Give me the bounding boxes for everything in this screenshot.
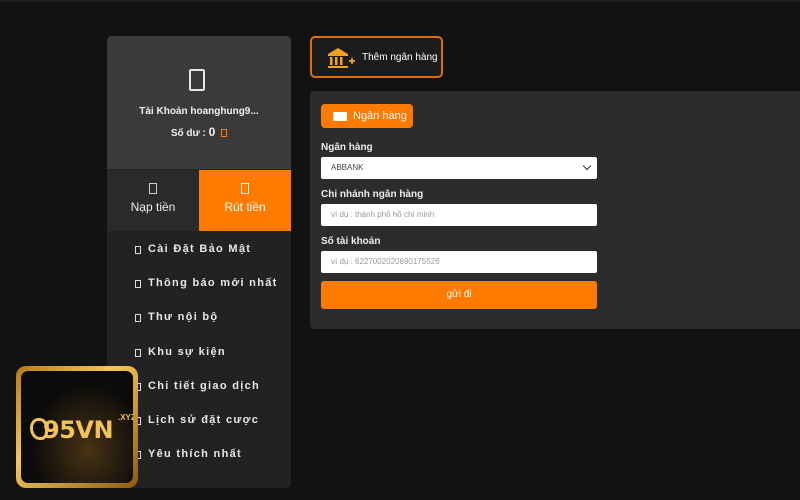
withdraw-icon	[241, 183, 249, 194]
deposit-icon	[149, 183, 157, 194]
balance-label: Số dư :	[170, 128, 206, 139]
account-number-label: Số tài khoản	[321, 236, 381, 247]
menu-item-events[interactable]: Khu sự kiện	[107, 335, 291, 369]
card-icon	[333, 112, 347, 121]
logo-suffix: .XYZ	[118, 413, 133, 422]
branch-field-label: Chi nhánh ngân hàng	[321, 189, 424, 200]
tab-bank-label: Ngân hàng	[353, 110, 407, 122]
menu-icon	[135, 246, 141, 254]
refresh-icon[interactable]	[221, 129, 228, 138]
bank-select[interactable]: ABBANK	[321, 157, 597, 179]
submit-button[interactable]: gửi đi	[321, 281, 597, 309]
menu-item-notifications[interactable]: Thông báo mới nhất	[107, 266, 291, 300]
menu-item-inbox[interactable]: Thư nội bộ	[107, 300, 291, 334]
add-bank-button[interactable]: Thêm ngân hàng	[310, 36, 443, 78]
bank-select-value: ABBANK	[331, 163, 364, 172]
logo-text: 95VN	[43, 416, 114, 444]
account-name: Tài Khoản hoanghung9...	[139, 106, 259, 117]
balance-value: 0	[208, 125, 216, 139]
add-bank-label: Thêm ngân hàng	[362, 52, 438, 63]
account-summary: Tài Khoản hoanghung9... Số dư : 0	[107, 36, 291, 169]
branch-input[interactable]: ví dụ : thành phố hồ chí minh	[321, 204, 597, 226]
menu-icon	[135, 280, 141, 289]
withdraw-form-panel: Ngân hàng Ngân hàng ABBANK Chi nhánh ngâ…	[310, 91, 800, 329]
tab-deposit-label: Nạp tiền	[130, 200, 176, 214]
tab-deposit[interactable]: Nạp tiền	[107, 170, 199, 231]
bank-field-label: Ngân hàng	[321, 142, 373, 153]
tab-withdraw-label: Rút tiền	[224, 200, 266, 214]
menu-icon	[135, 348, 141, 357]
tab-withdraw[interactable]: Rút tiền	[199, 170, 291, 231]
account-balance: Số dư : 0	[107, 125, 291, 139]
account-icon	[189, 69, 205, 91]
top-divider	[0, 0, 800, 2]
chevron-down-icon	[582, 161, 592, 171]
bank-add-icon	[328, 48, 355, 68]
menu-item-security[interactable]: Cài Đặt Bảo Mật	[107, 232, 291, 266]
account-number-input[interactable]: ví dụ : 6227002020690175526	[321, 251, 597, 273]
menu-icon	[135, 314, 141, 323]
brand-logo: 95VN .XYZ	[16, 366, 138, 488]
tab-bank[interactable]: Ngân hàng	[321, 104, 413, 128]
